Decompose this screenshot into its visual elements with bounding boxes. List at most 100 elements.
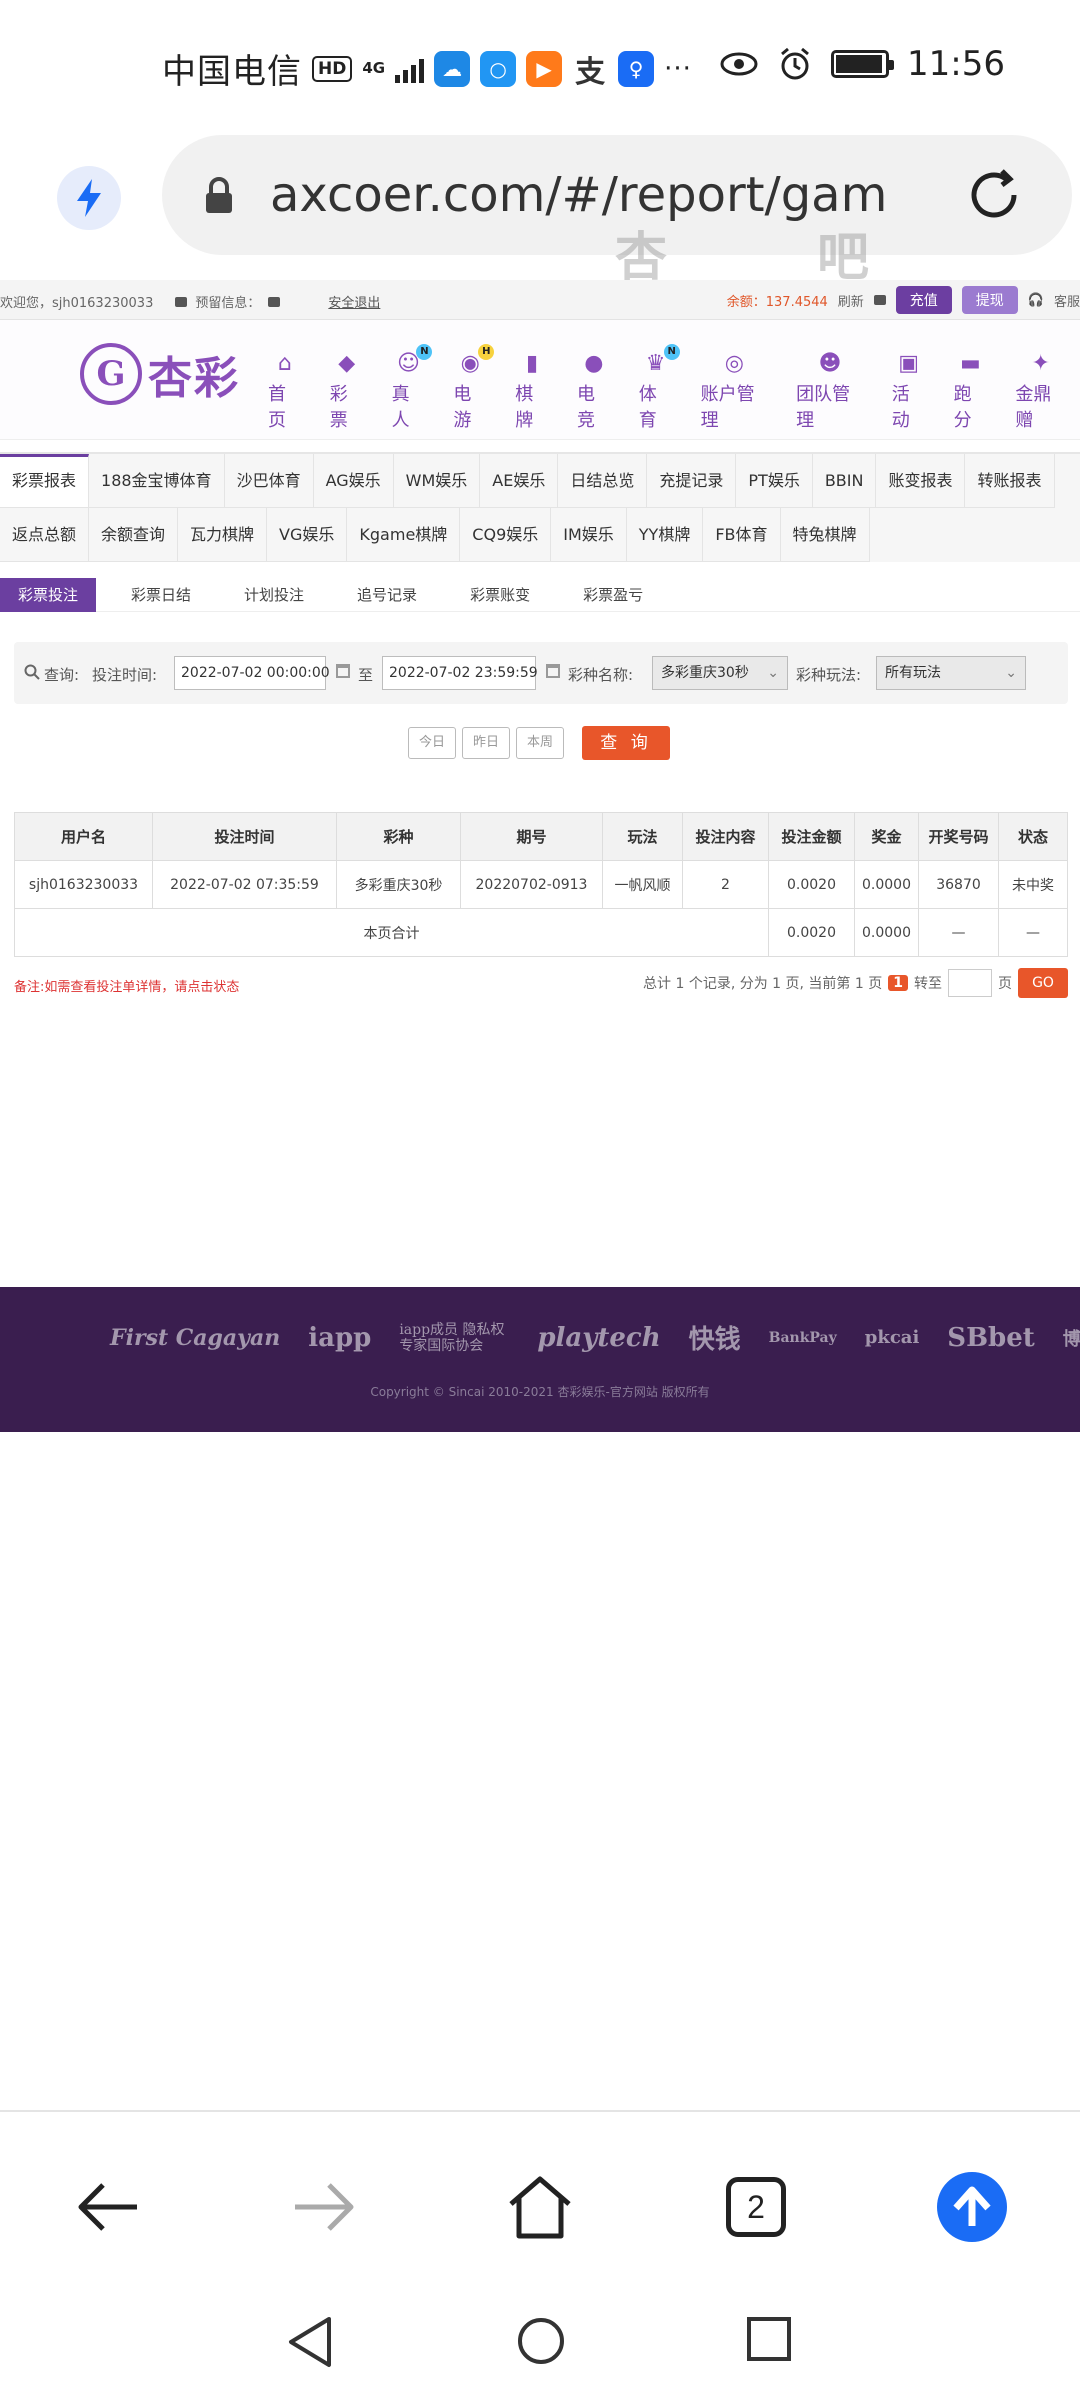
col-play: 玩法 <box>602 812 683 861</box>
cell-draw-number: 36870 <box>918 860 999 909</box>
nav-back-icon[interactable] <box>285 2315 335 2369</box>
tab-count: 2 <box>726 2177 786 2237</box>
table-header-row: 用户名 投注时间 彩种 期号 玩法 投注内容 投注金额 奖金 开奖号码 状态 <box>14 812 1068 861</box>
nav-home-icon[interactable] <box>515 2315 567 2367</box>
tab-lottery-report[interactable]: 彩票报表 <box>0 454 90 508</box>
lottery-select[interactable]: 多彩重庆30秒 ⌄ <box>652 656 788 690</box>
tab-cq9[interactable]: CQ9娱乐 <box>460 508 552 562</box>
subtab-chase-records[interactable]: 追号记录 <box>339 578 435 612</box>
tabs-button[interactable]: 2 <box>716 2167 796 2247</box>
arrow-left-icon <box>78 2183 137 2231</box>
nav-label: 活动 <box>891 384 910 431</box>
tab-tetu-chess[interactable]: 特兔棋牌 <box>780 508 870 562</box>
summary-draw: — <box>918 908 999 957</box>
main-navbar: G 杏彩 ⌂ 首页 ◆ 彩票 ☺ N 真人 ◉ H 电游 ▮ 棋牌 ● 电竞 ♛ N 体育 ◎ 账户管… <box>0 320 1080 440</box>
yesterday-button[interactable]: 昨日 <box>462 727 510 759</box>
nav-vip[interactable]: ✦ 金鼎赠 <box>1001 350 1080 432</box>
search-button[interactable]: 查 询 <box>582 726 670 760</box>
edit-icon[interactable] <box>268 296 281 307</box>
tab-transfer-report[interactable]: 转账报表 <box>965 454 1055 508</box>
partner-logo: First Cagayan <box>110 1324 281 1351</box>
nav-lottery[interactable]: ◆ 彩票 <box>316 350 378 432</box>
nav-chess[interactable]: ▮ 棋牌 <box>501 350 563 432</box>
nav-esports[interactable]: ● 电竞 <box>563 350 625 432</box>
subtab-lottery-ledger[interactable]: 彩票账变 <box>452 578 548 612</box>
this-week-button[interactable]: 本周 <box>516 727 564 759</box>
partner-logos: First Cagayan iapp iapp成员 隐私权专家国际协会 play… <box>110 1319 1080 1356</box>
address-bar[interactable]: axcoer.com/#/report/gamein <box>162 135 1072 255</box>
nav-promo[interactable]: ▣ 活动 <box>878 350 940 432</box>
trophy-icon: ♛ N <box>642 344 680 376</box>
nav-team[interactable]: ☻ 团队管理 <box>782 350 878 432</box>
nav-home[interactable]: ⌂ 首页 <box>254 350 316 432</box>
tab-saba-sports[interactable]: 沙巴体育 <box>224 454 314 508</box>
end-time-input[interactable]: 2022-07-02 23:59:59 <box>382 656 538 690</box>
back-button[interactable] <box>68 2167 148 2247</box>
partner-logo: iapp成员 隐私权专家国际协会 <box>399 1321 505 1354</box>
tab-im[interactable]: IM娱乐 <box>551 508 627 562</box>
page-jump-input[interactable] <box>948 969 992 997</box>
tab-yy-chess[interactable]: YY棋牌 <box>626 508 704 562</box>
nav-account[interactable]: ◎ 账户管理 <box>687 350 783 432</box>
system-navigation-bar <box>0 2280 1080 2400</box>
scroll-up-button[interactable] <box>932 2167 1012 2247</box>
logout-link[interactable]: 安全退出 <box>328 292 380 311</box>
tab-vg[interactable]: VG娱乐 <box>267 508 348 562</box>
nav-label: 账户管理 <box>700 384 755 431</box>
forward-button[interactable] <box>284 2167 364 2247</box>
start-time-input[interactable]: 2022-07-02 00:00:00 <box>174 656 330 690</box>
tab-wm[interactable]: WM娱乐 <box>393 454 481 508</box>
tab-balance-change[interactable]: 账变报表 <box>876 454 966 508</box>
tab-deposit-withdraw[interactable]: 充提记录 <box>647 454 737 508</box>
partner-logo: SBbet <box>947 1322 1035 1353</box>
tab-balance-query[interactable]: 余额查询 <box>89 508 179 562</box>
partner-logo: 博彩 <box>1062 1328 1080 1350</box>
hide-eye-icon[interactable] <box>873 295 886 305</box>
page-number-current[interactable]: 1 <box>888 975 908 991</box>
subtab-lottery-bets[interactable]: 彩票投注 <box>0 577 97 612</box>
headset-icon[interactable]: 🎧 <box>1028 293 1044 308</box>
table-row: sjh0163230033 2022-07-02 07:35:59 多彩重庆30… <box>14 860 1068 909</box>
tab-188-sports[interactable]: 188金宝博体育 <box>89 454 225 508</box>
account-icon: ◎ <box>724 350 744 376</box>
subtab-plan-bets[interactable]: 计划投注 <box>226 578 322 612</box>
nav-recents-icon[interactable] <box>745 2315 793 2363</box>
service-link[interactable]: 客服 <box>1054 291 1080 310</box>
col-draw-number: 开奖号码 <box>918 812 999 861</box>
tab-kgame[interactable]: Kgame棋牌 <box>347 508 461 562</box>
site-logo[interactable]: G 杏彩 <box>80 342 240 406</box>
url-text[interactable]: axcoer.com/#/report/gamein <box>270 167 890 223</box>
nav-slots[interactable]: ◉ H 电游 <box>439 344 501 432</box>
nav-run[interactable]: ▬ 跑分 <box>940 350 1002 432</box>
refresh-link[interactable]: 刷新 <box>838 291 864 310</box>
subtab-lottery-pnl[interactable]: 彩票盈亏 <box>565 578 661 612</box>
nav-live[interactable]: ☺ N 真人 <box>378 344 440 432</box>
home-button[interactable] <box>500 2167 580 2247</box>
tab-ag[interactable]: AG娱乐 <box>313 454 394 508</box>
cell-bet-time: 2022-07-02 07:35:59 <box>152 860 337 909</box>
balance-text: 余额：137.4544 <box>726 294 828 310</box>
controller-icon: ● <box>584 350 604 376</box>
withdraw-button[interactable]: 提现 <box>961 286 1018 314</box>
tab-daily-overview[interactable]: 日结总览 <box>558 454 648 508</box>
recharge-button[interactable]: 充值 <box>895 286 952 314</box>
nav-sports[interactable]: ♛ N 体育 <box>625 344 687 432</box>
tab-bbin[interactable]: BBIN <box>812 454 877 508</box>
reload-icon[interactable] <box>962 163 1026 227</box>
tab-wali-chess[interactable]: 瓦力棋牌 <box>178 508 268 562</box>
today-button[interactable]: 今日 <box>408 727 456 759</box>
eye-icon <box>720 52 758 76</box>
tab-fb-sports[interactable]: FB体育 <box>703 508 781 562</box>
go-button[interactable]: GO <box>1018 968 1068 998</box>
play-type-select[interactable]: 所有玩法 ⌄ <box>876 656 1026 690</box>
tab-pt[interactable]: PT娱乐 <box>736 454 813 508</box>
subtab-daily-settle[interactable]: 彩票日结 <box>113 578 209 612</box>
calendar-icon[interactable] <box>336 664 350 678</box>
welcome-text: 欢迎您，sjh0163230033 <box>0 296 154 311</box>
tab-rebate-total[interactable]: 返点总额 <box>0 508 90 562</box>
summary-amount: 0.0020 <box>768 908 855 957</box>
tab-ae[interactable]: AE娱乐 <box>480 454 559 508</box>
calendar-icon[interactable] <box>546 664 560 678</box>
status-link[interactable]: 未中奖 <box>998 860 1068 909</box>
lightning-icon[interactable] <box>57 166 121 230</box>
